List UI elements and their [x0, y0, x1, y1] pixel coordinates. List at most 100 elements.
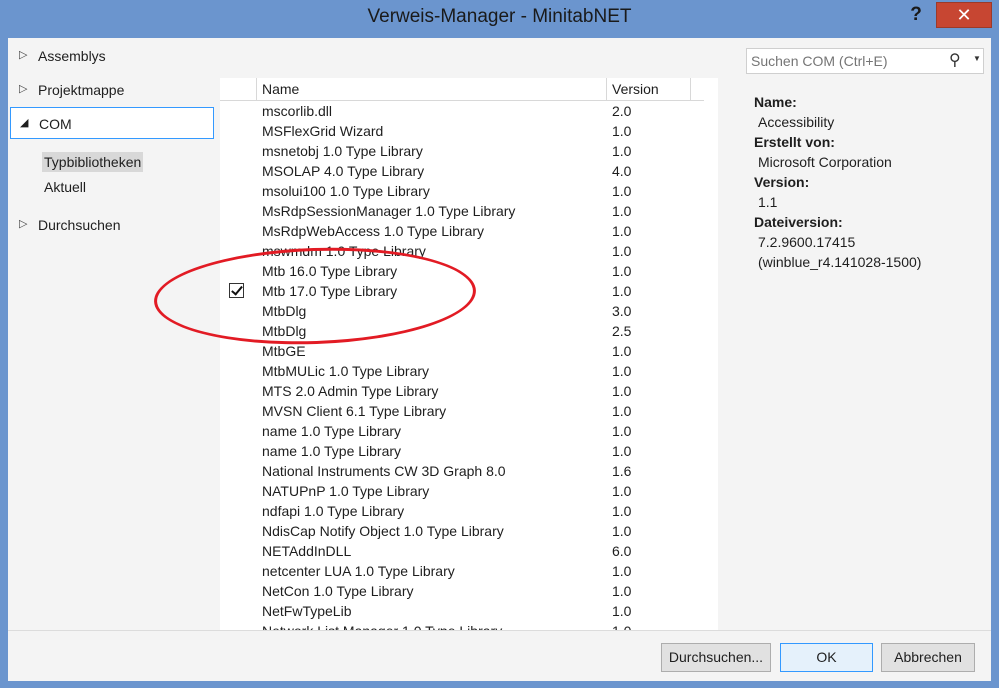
column-header-name[interactable]: Name	[256, 78, 606, 100]
list-row[interactable]: netcenter LUA 1.0 Type Library 1.0	[220, 561, 704, 581]
list-row[interactable]: MtbDlg 2.5	[220, 321, 704, 341]
list-row[interactable]: Mtb 16.0 Type Library 1.0	[220, 261, 704, 281]
row-version: 1.0	[612, 283, 632, 299]
list-row[interactable]: MtbDlg 3.0	[220, 301, 704, 321]
row-checkbox[interactable]	[229, 523, 244, 538]
list-row[interactable]: MVSN Client 6.1 Type Library 1.0	[220, 401, 704, 421]
row-checkbox[interactable]	[229, 103, 244, 118]
row-checkbox[interactable]	[229, 203, 244, 218]
chevron-down-icon[interactable]: ▼	[973, 54, 981, 63]
row-checkbox[interactable]	[229, 423, 244, 438]
row-checkbox[interactable]	[229, 603, 244, 618]
row-checkbox[interactable]	[229, 323, 244, 338]
com-reference-list[interactable]: Name Version mscorlib.dll 2.0 MSFlexGrid W…	[220, 78, 718, 630]
row-checkbox[interactable]	[229, 363, 244, 378]
list-row[interactable]: NetCon 1.0 Type Library 1.0	[220, 581, 704, 601]
detail-key: Erstellt von:	[754, 134, 835, 150]
close-button[interactable]: ✕	[936, 2, 992, 28]
list-row[interactable]: name 1.0 Type Library 1.0	[220, 441, 704, 461]
collapse-arrow-icon: ◢	[20, 117, 29, 129]
list-row[interactable]: mswmdm 1.0 Type Library 1.0	[220, 241, 704, 261]
row-version: 2.0	[612, 103, 632, 119]
list-row[interactable]: Network List Manager 1.0 Type Library 1.0	[220, 621, 704, 630]
row-checkbox[interactable]	[229, 383, 244, 398]
list-row[interactable]: NETAddInDLL 6.0	[220, 541, 704, 561]
list-row[interactable]: MSOLAP 4.0 Type Library 4.0	[220, 161, 704, 181]
search-input[interactable]	[751, 51, 941, 71]
row-version: 1.0	[612, 563, 632, 579]
row-checkbox[interactable]	[229, 123, 244, 138]
row-checkbox[interactable]	[229, 403, 244, 418]
list-row[interactable]: MtbMULic 1.0 Type Library 1.0	[220, 361, 704, 381]
row-checkbox[interactable]	[229, 303, 244, 318]
nav-subitem-typbibliotheken[interactable]: Typbibliotheken	[42, 152, 144, 172]
row-checkbox[interactable]	[229, 623, 244, 630]
row-checkbox[interactable]	[229, 263, 244, 278]
list-row[interactable]: Mtb 17.0 Type Library 1.0	[220, 281, 704, 301]
row-name: NETAddInDLL	[262, 543, 352, 559]
list-row[interactable]: MtbGE 1.0	[220, 341, 704, 361]
expand-arrow-icon: ▷	[19, 49, 28, 61]
list-row[interactable]: name 1.0 Type Library 1.0	[220, 421, 704, 441]
help-button[interactable]: ?	[902, 2, 930, 28]
row-checkbox[interactable]	[229, 483, 244, 498]
row-checkbox[interactable]	[229, 143, 244, 158]
row-checkbox[interactable]	[229, 283, 244, 298]
row-version: 1.0	[612, 423, 632, 439]
row-name: MtbMULic 1.0 Type Library	[262, 363, 430, 379]
detail-value: 1.1	[758, 194, 778, 210]
column-header-version[interactable]: Version	[606, 78, 691, 100]
row-name: ndfapi 1.0 Type Library	[262, 503, 405, 519]
list-rows: mscorlib.dll 2.0 MSFlexGrid Wizard 1.0 msnet…	[220, 101, 704, 630]
ok-button[interactable]: OK	[780, 643, 873, 672]
list-row[interactable]: ndfapi 1.0 Type Library 1.0	[220, 501, 704, 521]
row-version: 2.5	[612, 323, 632, 339]
search-icon[interactable]: ⚲	[949, 50, 961, 70]
nav-item-assemblys[interactable]: ▷ Assemblys	[10, 40, 214, 72]
nav-item-label: COM	[39, 116, 72, 132]
list-row[interactable]: MSFlexGrid Wizard 1.0	[220, 121, 704, 141]
row-checkbox[interactable]	[229, 563, 244, 578]
row-checkbox[interactable]	[229, 223, 244, 238]
row-version: 1.0	[612, 363, 632, 379]
nav-subitem-aktuell[interactable]: Aktuell	[42, 177, 88, 197]
row-checkbox[interactable]	[229, 503, 244, 518]
row-name: MSOLAP 4.0 Type Library	[262, 163, 425, 179]
close-icon: ✕	[956, 5, 972, 25]
row-name: MtbDlg	[262, 323, 307, 339]
nav-item-durchsuchen[interactable]: ▷ Durchsuchen	[10, 209, 214, 241]
window-title: Verweis-Manager - MinitabNET	[367, 6, 632, 27]
row-version: 1.0	[612, 621, 631, 630]
row-version: 1.0	[612, 223, 632, 239]
list-row[interactable]: MTS 2.0 Admin Type Library 1.0	[220, 381, 704, 401]
nav-item-com[interactable]: ◢ COM	[10, 107, 214, 139]
cancel-button[interactable]: Abbrechen	[881, 643, 975, 672]
row-checkbox[interactable]	[229, 163, 244, 178]
list-row[interactable]: NATUPnP 1.0 Type Library 1.0	[220, 481, 704, 501]
row-version: 1.0	[612, 123, 632, 139]
list-row[interactable]: MsRdpWebAccess 1.0 Type Library 1.0	[220, 221, 704, 241]
list-row[interactable]: mscorlib.dll 2.0	[220, 101, 704, 121]
row-checkbox[interactable]	[229, 243, 244, 258]
nav-item-projektmappe[interactable]: ▷ Projektmappe	[10, 74, 214, 106]
row-name: National Instruments CW 3D Graph 8.0	[262, 463, 506, 479]
row-checkbox[interactable]	[229, 463, 244, 478]
list-row[interactable]: msnetobj 1.0 Type Library 1.0	[220, 141, 704, 161]
row-checkbox[interactable]	[229, 583, 244, 598]
list-row[interactable]: NdisCap Notify Object 1.0 Type Library 1.…	[220, 521, 704, 541]
row-version: 1.0	[612, 143, 632, 159]
row-checkbox[interactable]	[229, 543, 244, 558]
row-name: MTS 2.0 Admin Type Library	[262, 383, 439, 399]
row-name: MsRdpWebAccess 1.0 Type Library	[262, 223, 485, 239]
row-checkbox[interactable]	[229, 183, 244, 198]
list-row[interactable]: msolui100 1.0 Type Library 1.0	[220, 181, 704, 201]
browse-button[interactable]: Durchsuchen...	[661, 643, 771, 672]
list-row[interactable]: National Instruments CW 3D Graph 8.0 1.6	[220, 461, 704, 481]
row-checkbox[interactable]	[229, 343, 244, 358]
search-box[interactable]: ⚲ ▼	[746, 48, 984, 74]
list-header: Name Version	[220, 78, 704, 101]
row-checkbox[interactable]	[229, 443, 244, 458]
list-row[interactable]: MsRdpSessionManager 1.0 Type Library 1.0	[220, 201, 704, 221]
list-row[interactable]: NetFwTypeLib 1.0	[220, 601, 704, 621]
row-version: 4.0	[612, 163, 632, 179]
